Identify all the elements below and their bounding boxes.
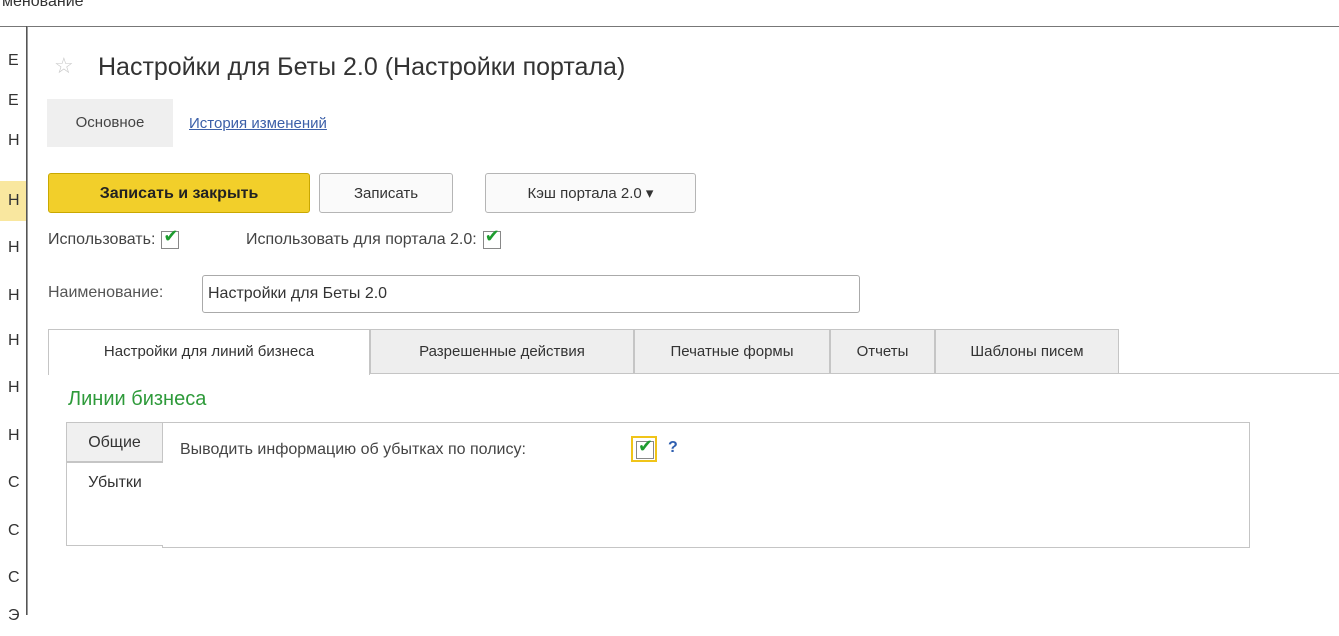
save-and-close-button[interactable]: Записать и закрыть [48, 173, 310, 213]
save-button[interactable]: Записать [319, 173, 453, 213]
tab-business-lines[interactable]: Настройки для линий бизнеса [48, 329, 370, 375]
list-item[interactable]: Н [0, 228, 26, 268]
use-checkbox-row: Использовать: [48, 226, 180, 249]
nav-tab-history[interactable]: История изменений [189, 115, 327, 132]
nav-tab-main[interactable]: Основное [47, 99, 173, 147]
list-item[interactable]: Н [0, 121, 26, 161]
list-item[interactable]: Н [0, 368, 26, 408]
list-item[interactable]: Н [0, 416, 26, 456]
use-portal-checkbox[interactable] [482, 226, 501, 249]
use-checkbox[interactable] [161, 226, 180, 249]
list-item[interactable]: С [0, 558, 26, 598]
show-losses-checkbox-frame [631, 436, 657, 462]
tab-allowed-actions[interactable]: Разрешенные действия [370, 329, 634, 373]
show-losses-checkbox[interactable] [636, 436, 654, 459]
use-portal-checkbox-row: Использовать для портала 2.0: [246, 226, 501, 249]
list-item[interactable]: Э [0, 596, 26, 636]
background-list: Е Е Н Н Н Н Н Н Н С С С Э [0, 26, 27, 624]
dialog-title: Настройки для Беты 2.0 (Настройки портал… [98, 53, 626, 81]
list-item[interactable]: Н [0, 321, 26, 361]
name-input[interactable]: Настройки для Беты 2.0 [202, 275, 860, 313]
vtab-general[interactable]: Общие [66, 422, 163, 462]
help-icon[interactable]: ? [668, 439, 678, 457]
section-title: Линии бизнеса [68, 388, 207, 410]
portal-cache-dropdown[interactable]: Кэш портала 2.0 ▾ [485, 173, 696, 213]
list-item[interactable]: Н [0, 181, 26, 221]
background-column-header: менование [0, 0, 1339, 27]
tab-reports[interactable]: Отчеты [830, 329, 935, 373]
vtab-losses[interactable]: Убытки [66, 462, 163, 546]
list-item[interactable]: С [0, 463, 26, 503]
tab-email-templates[interactable]: Шаблоны писем [935, 329, 1119, 373]
list-item[interactable]: С [0, 511, 26, 551]
list-item[interactable]: Е [0, 41, 26, 81]
use-portal-label: Использовать для портала 2.0: [246, 231, 477, 249]
name-label: Наименование: [48, 284, 164, 301]
list-item[interactable]: Е [0, 81, 26, 121]
star-icon[interactable]: ☆ [54, 53, 74, 79]
list-item[interactable]: Н [0, 276, 26, 316]
use-label: Использовать: [48, 231, 156, 249]
settings-dialog: ☆ Настройки для Беты 2.0 (Настройки порт… [27, 27, 1339, 615]
show-losses-label: Выводить информацию об убытках по полису… [180, 441, 526, 458]
tab-print-forms[interactable]: Печатные формы [634, 329, 830, 373]
background-column-header-label: менование [2, 0, 84, 10]
